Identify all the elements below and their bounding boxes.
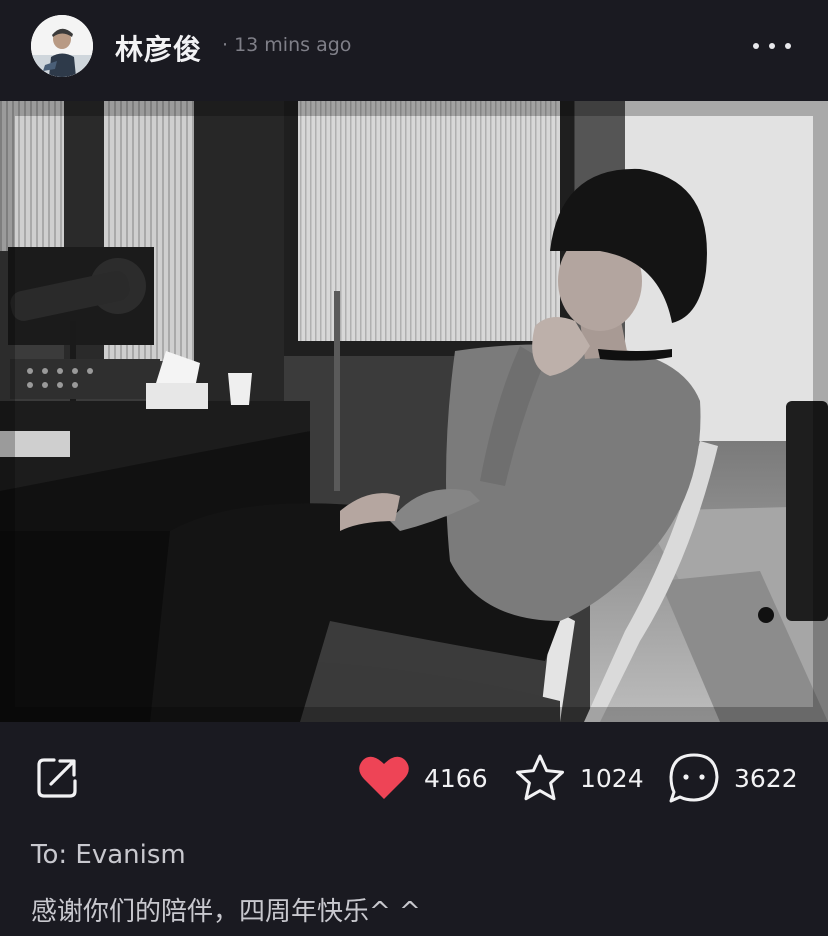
like-button[interactable]: 4166 <box>358 750 488 806</box>
post-page: 林彦俊 · 13 mins ago 4166 1024 3622 To: Eva… <box>0 0 828 936</box>
heart-icon <box>359 756 409 799</box>
post-timestamp: · 13 mins ago <box>222 34 352 56</box>
share-icon <box>37 758 77 798</box>
post-action-bar: 4166 1024 3622 <box>0 722 828 832</box>
post-header: 林彦俊 · 13 mins ago <box>0 0 828 100</box>
more-options-button[interactable] <box>748 30 796 62</box>
more-dots-icon <box>785 43 791 49</box>
share-button[interactable] <box>34 755 80 801</box>
more-dots-icon <box>769 43 775 49</box>
favorite-button[interactable]: 1024 <box>514 750 644 806</box>
star-icon <box>516 754 564 801</box>
favorite-count: 1024 <box>580 763 644 793</box>
caption-text: 感谢你们的陪伴，四周年快乐^ ^ <box>31 897 421 927</box>
comment-count: 3622 <box>734 763 798 793</box>
comment-icon <box>669 753 719 803</box>
author-name[interactable]: 林彦俊 <box>115 28 202 68</box>
like-count: 4166 <box>424 763 488 793</box>
avatar-photo <box>31 15 93 77</box>
post-photo[interactable] <box>0 101 828 722</box>
post-caption: To: Evanism 感谢你们的陪伴，四周年快乐^ ^ <box>31 840 801 928</box>
comment-button[interactable]: 3622 <box>668 750 798 806</box>
caption-recipient: To: Evanism <box>31 840 186 870</box>
studio-photo <box>0 101 828 722</box>
more-dots-icon <box>753 43 759 49</box>
author-avatar[interactable] <box>31 15 93 77</box>
